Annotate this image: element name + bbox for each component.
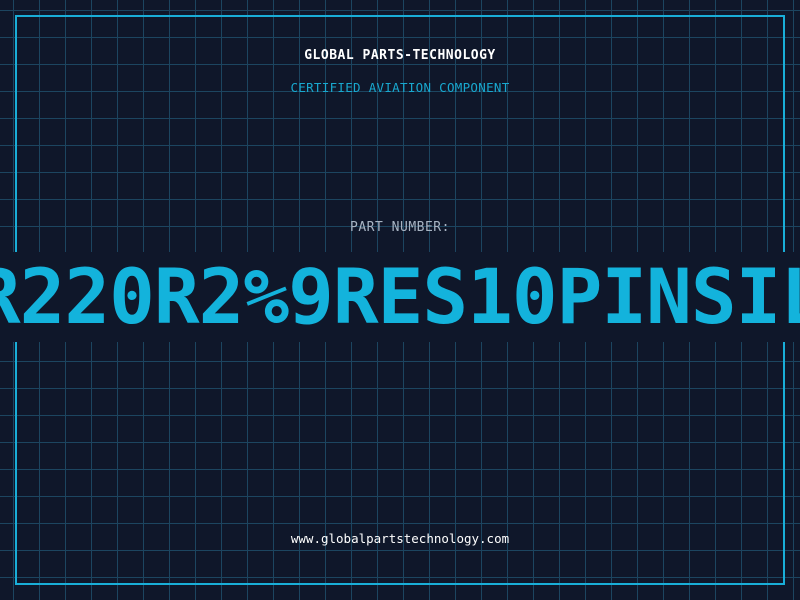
company-name: GLOBAL PARTS-TECHNOLOGY xyxy=(304,48,496,63)
certificate-canvas: GLOBAL PARTS-TECHNOLOGY CERTIFIED AVIATI… xyxy=(0,0,800,600)
website-url: www.globalpartstechnology.com xyxy=(290,531,510,546)
part-number-label: PART NUMBER: xyxy=(350,220,450,235)
certification-subtitle: CERTIFIED AVIATION COMPONENT xyxy=(290,80,510,95)
part-number-value: RR220R2%9RES10PINSILN xyxy=(0,252,800,341)
